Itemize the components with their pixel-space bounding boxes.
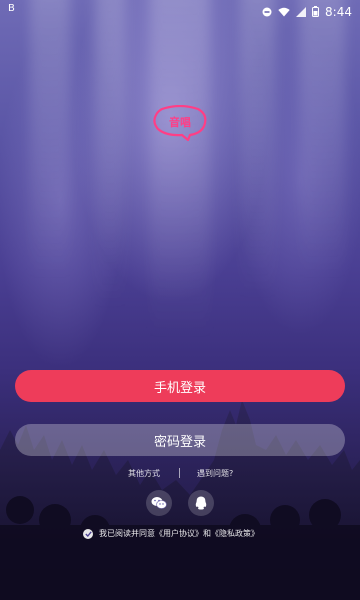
agreement-text[interactable]: 我已阅读并同意《用户协议》和《隐私政策》: [99, 528, 259, 539]
status-bar: B 8:44: [0, 0, 360, 20]
other-methods-link[interactable]: 其他方式: [128, 468, 160, 479]
light-beam: [150, 0, 210, 340]
password-login-button[interactable]: 密码登录: [15, 424, 345, 456]
app-logo: 音唱: [153, 105, 207, 141]
light-beam: [30, 0, 70, 280]
problem-link[interactable]: 遇到问题?: [197, 468, 233, 479]
wifi-icon: [278, 2, 290, 21]
agreement-checkbox[interactable]: [83, 528, 93, 539]
light-beam: [95, 0, 125, 310]
wechat-icon: [151, 497, 167, 509]
status-app-indicator: B: [8, 3, 15, 14]
check-icon: [84, 530, 92, 537]
light-beam: [240, 0, 275, 300]
light-beam: [300, 0, 345, 280]
link-divider: [179, 468, 180, 478]
wechat-login-button[interactable]: [146, 490, 172, 516]
agreement-row: 我已阅读并同意《用户协议》和《隐私政策》: [83, 528, 259, 539]
status-icons: 8:44: [262, 2, 352, 21]
battery-icon: [312, 2, 320, 21]
app-screen: B 8:44 音唱 手机登录 密码登录 其他方式 遇到问题? 我已阅读并同意《用…: [0, 0, 360, 600]
logo-text: 音唱: [169, 115, 191, 129]
phone-login-button[interactable]: 手机登录: [15, 370, 345, 402]
qq-icon: [195, 496, 207, 509]
alt-links: 其他方式 遇到问题?: [0, 466, 360, 482]
qq-login-button[interactable]: [188, 490, 214, 516]
signal-icon: [296, 2, 307, 21]
crowd-background: [0, 400, 360, 600]
status-time: 8:44: [325, 4, 352, 19]
do-not-disturb-icon: [262, 2, 272, 21]
